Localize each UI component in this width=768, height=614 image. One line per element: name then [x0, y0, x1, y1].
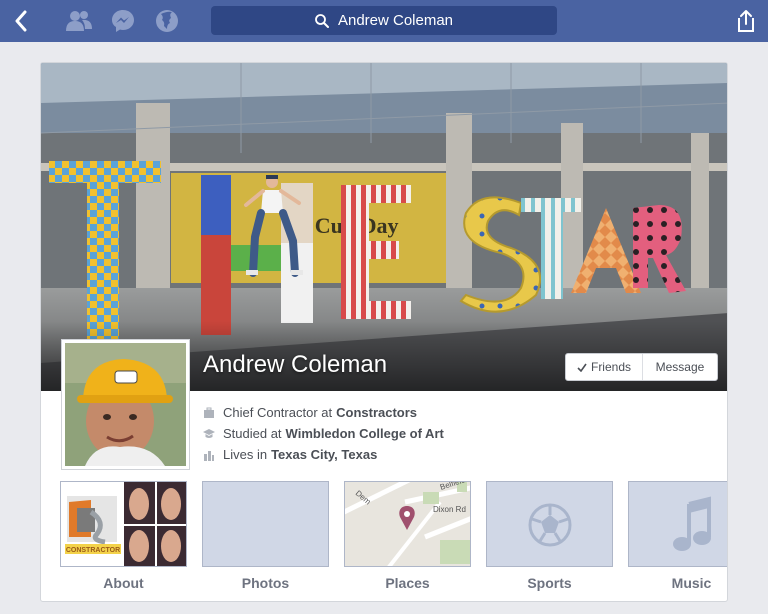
search-icon — [315, 13, 329, 28]
profile-name[interactable]: Andrew Coleman — [203, 351, 387, 379]
about-tile[interactable]: CONSTRACTOR — [60, 481, 187, 567]
photos-tile-label[interactable]: Photos — [202, 575, 329, 591]
message-button-label: Message — [655, 360, 705, 374]
share-icon[interactable] — [733, 8, 759, 34]
about-tile-label[interactable]: About — [60, 575, 187, 591]
messenger-icon[interactable] — [110, 8, 136, 34]
music-tile[interactable] — [628, 481, 727, 567]
back-icon[interactable] — [8, 8, 34, 34]
places-map: Belfield Dixon Rd Dem — [345, 482, 470, 566]
sports-tile-label[interactable]: Sports — [486, 575, 613, 591]
location-value[interactable]: Texas City, Texas — [271, 447, 377, 462]
places-tile-label[interactable]: Places — [344, 575, 471, 591]
education-info: Studied at Wimbledon College of Art — [203, 426, 444, 441]
search-input[interactable]: Andrew Coleman — [338, 12, 453, 29]
about-thumb-text: CONSTRACTOR — [66, 547, 120, 554]
location-prefix: Lives in — [223, 447, 268, 462]
photos-tile[interactable] — [202, 481, 329, 567]
friends-icon[interactable] — [66, 8, 92, 34]
profile-actions: Friends Message — [565, 353, 718, 381]
top-nav-bar: Andrew Coleman — [0, 0, 768, 42]
map-street-dixon: Dixon Rd — [433, 505, 466, 514]
briefcase-icon — [204, 407, 214, 418]
education-value[interactable]: Wimbledon College of Art — [286, 426, 444, 441]
music-tile-label[interactable]: Music — [628, 575, 727, 591]
message-button[interactable]: Message — [643, 354, 717, 380]
location-info: Lives in Texas City, Texas — [203, 447, 377, 462]
profile-card: on Cup Day — [40, 62, 728, 602]
work-info: Chief Contractor at Constractors — [203, 405, 417, 420]
friends-button[interactable]: Friends — [566, 354, 643, 380]
music-note-icon — [673, 496, 711, 551]
avatar-image — [65, 343, 186, 466]
places-tile[interactable]: Belfield Dixon Rd Dem — [344, 481, 471, 567]
soccer-ball-icon — [528, 503, 572, 547]
sports-tile[interactable] — [486, 481, 613, 567]
work-prefix: Chief Contractor at — [223, 405, 333, 420]
work-value[interactable]: Constractors — [336, 405, 417, 420]
globe-icon[interactable] — [154, 8, 180, 34]
avatar[interactable] — [61, 339, 190, 470]
checkmark-icon — [577, 363, 587, 372]
graduation-cap-icon — [203, 428, 215, 438]
about-thumbnail: CONSTRACTOR — [61, 482, 186, 566]
search-bar[interactable]: Andrew Coleman — [211, 6, 557, 35]
friends-button-label: Friends — [590, 360, 631, 374]
home-icon — [204, 450, 214, 461]
education-prefix: Studied at — [223, 426, 282, 441]
